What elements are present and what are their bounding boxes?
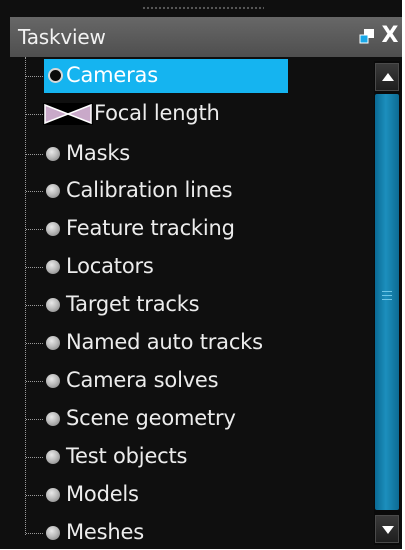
tree-connector: [26, 419, 43, 420]
bullet-icon: [46, 488, 60, 502]
tree-connector: [26, 267, 43, 268]
tree-item-label: Masks: [66, 141, 131, 165]
bowtie-icon: [43, 103, 93, 125]
tree-item-test-objects[interactable]: Test objects: [26, 440, 356, 474]
drag-grip[interactable]: [142, 6, 264, 10]
tree-connector: [26, 533, 43, 534]
close-button[interactable]: X: [379, 22, 401, 50]
arrow-down-icon: [382, 526, 394, 534]
tree-item-label: Locators: [66, 254, 154, 278]
tree-item-masks[interactable]: Masks: [26, 137, 356, 171]
tree-item-locators[interactable]: Locators: [26, 250, 356, 284]
title-bar[interactable]: Taskview X: [10, 17, 402, 57]
tree-item-camera-solves[interactable]: Camera solves: [26, 364, 356, 398]
tree-item-label: Target tracks: [66, 292, 200, 316]
tree-item-feature-tracking[interactable]: Feature tracking: [26, 212, 356, 246]
bullet-icon: [46, 184, 60, 198]
bullet-icon: [46, 298, 60, 312]
float-window-icon[interactable]: [359, 28, 375, 44]
taskview-panel: Taskview X Cameras Focal length Masks Ca…: [0, 0, 402, 549]
tree-connector: [26, 154, 43, 155]
tree-item-label: Models: [66, 482, 139, 506]
bullet-icon: [46, 412, 60, 426]
tree-connector: [26, 76, 43, 77]
scroll-up-button[interactable]: [375, 63, 399, 91]
bullet-icon: [46, 260, 60, 274]
tree-item-label: Meshes: [66, 520, 144, 544]
tree-item-label: Focal length: [94, 101, 220, 125]
tree-item-meshes[interactable]: Meshes: [26, 516, 356, 550]
tree-connector: [26, 381, 43, 382]
scroll-thumb[interactable]: [375, 94, 399, 510]
tree-connector: [26, 305, 43, 306]
bullet-icon: [46, 450, 60, 464]
tree-item-cameras[interactable]: Cameras: [26, 59, 356, 93]
arrow-up-icon: [382, 73, 394, 81]
tree-connector: [26, 114, 43, 115]
tree-item-label: Test objects: [66, 444, 188, 468]
tree-item-label: Camera solves: [66, 368, 219, 392]
tree-item-target-tracks[interactable]: Target tracks: [26, 288, 356, 322]
tree-item-label: Feature tracking: [66, 216, 235, 240]
tree-item-named-auto-tracks[interactable]: Named auto tracks: [26, 326, 356, 360]
tree-item-label: Cameras: [66, 63, 158, 87]
tree-connector: [26, 457, 43, 458]
tree-item-scene-geometry[interactable]: Scene geometry: [26, 402, 356, 436]
bullet-icon: [46, 526, 60, 540]
tree-item-focal-length[interactable]: Focal length: [26, 97, 356, 131]
task-tree: Cameras Focal length Masks Calibration l…: [10, 57, 372, 549]
camera-bullet-icon: [48, 68, 63, 83]
tree-connector: [26, 191, 43, 192]
tree-item-models[interactable]: Models: [26, 478, 356, 512]
scroll-down-button[interactable]: [375, 515, 399, 543]
bullet-icon: [46, 336, 60, 350]
thumb-grip-icon: [382, 291, 392, 303]
panel-title: Taskview: [18, 25, 106, 49]
tree-connector: [26, 343, 43, 344]
tree-item-label: Named auto tracks: [66, 330, 263, 354]
tree-item-label: Scene geometry: [66, 406, 236, 430]
tree-connector: [26, 229, 43, 230]
bullet-icon: [46, 374, 60, 388]
bullet-icon: [46, 222, 60, 236]
tree-item-label: Calibration lines: [66, 178, 233, 202]
bullet-icon: [46, 147, 60, 161]
vertical-scrollbar[interactable]: [374, 61, 400, 545]
tree-connector: [26, 495, 43, 496]
tree-item-calibration-lines[interactable]: Calibration lines: [26, 174, 356, 208]
